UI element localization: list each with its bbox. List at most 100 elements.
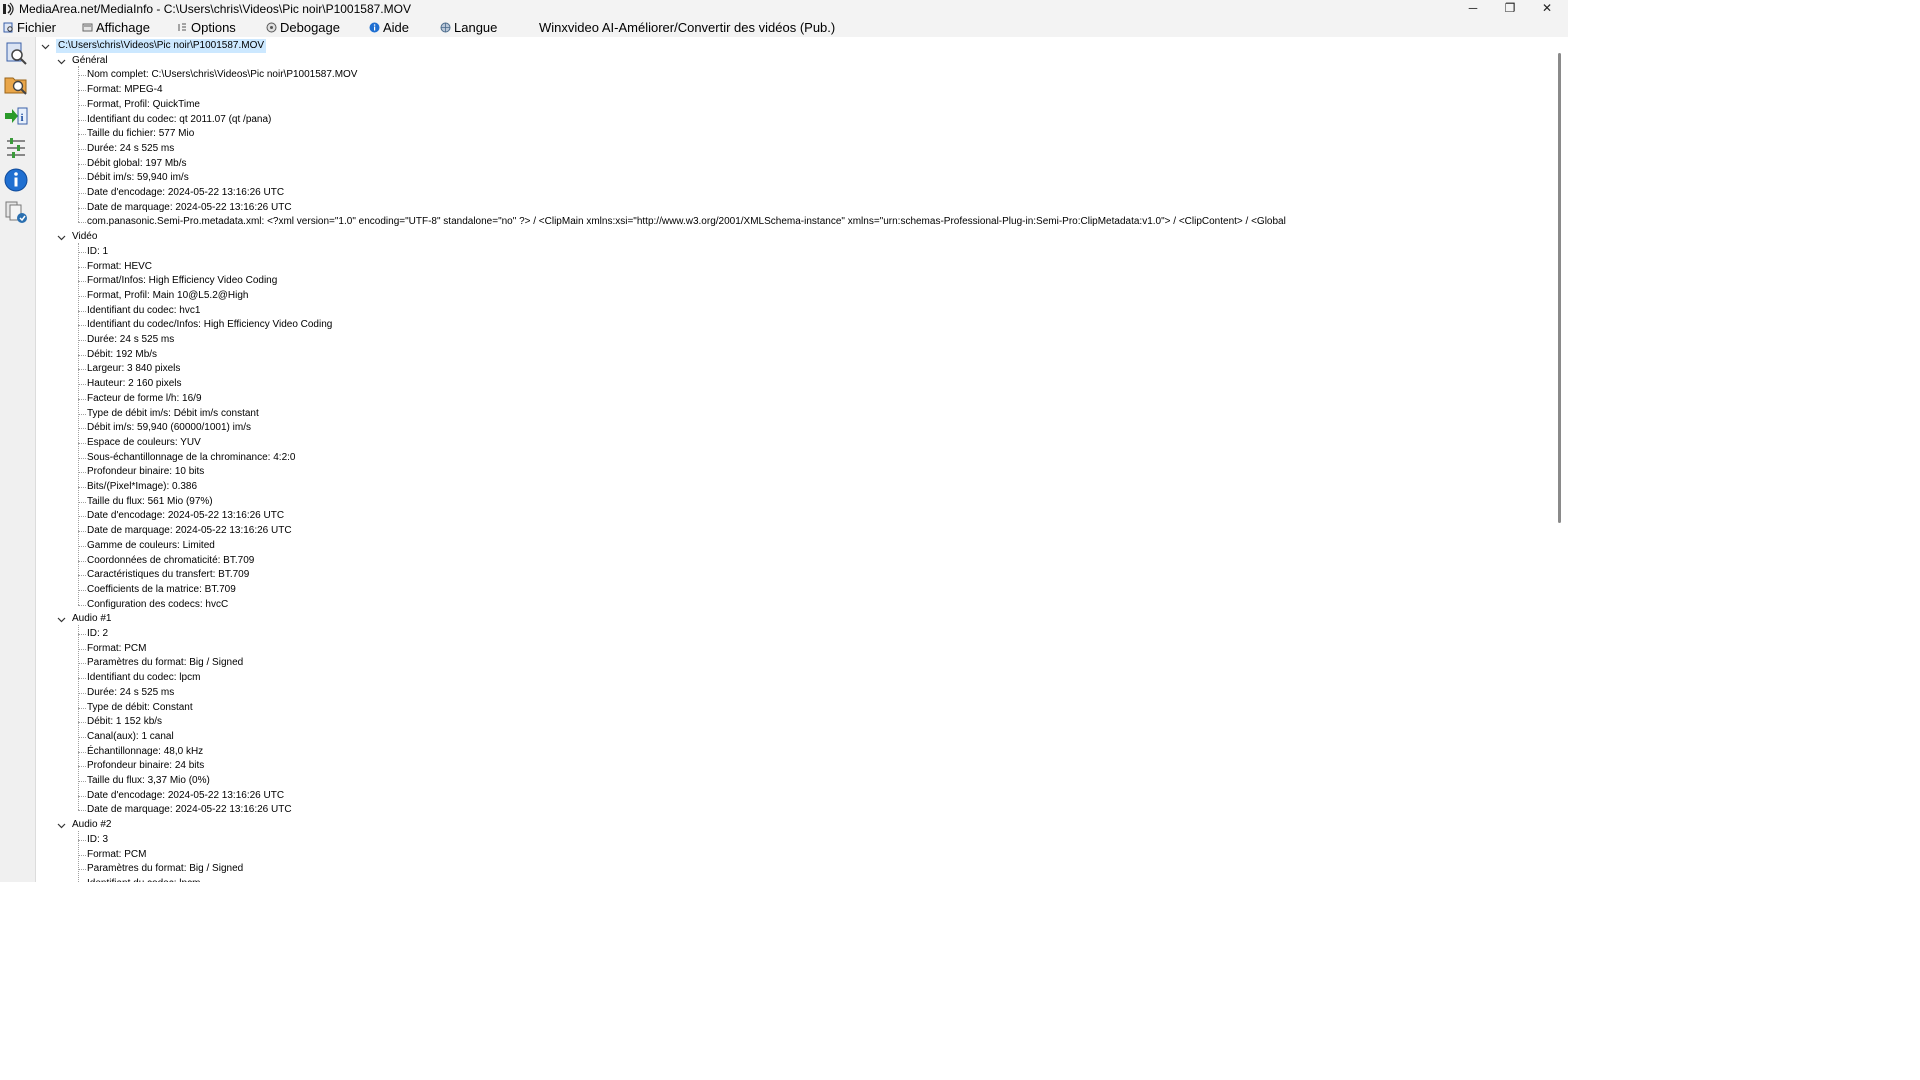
- tree-connector: [78, 663, 86, 665]
- preferences-icon[interactable]: [3, 135, 29, 161]
- tree-connector: [78, 428, 86, 430]
- tree-item[interactable]: com.panasonic.Semi-Pro.metadata.xml: <?x…: [87, 215, 1286, 229]
- tree-item[interactable]: Date de marquage: 2024-05-22 13:16:26 UT…: [87, 524, 292, 538]
- tree-connector: [78, 781, 86, 782]
- close-button[interactable]: ✕: [1529, 0, 1565, 18]
- tree-item[interactable]: Débit: 192 Mb/s: [87, 348, 157, 362]
- tree-item[interactable]: Profondeur binaire: 24 bits: [87, 759, 204, 773]
- tree-item[interactable]: Débit im/s: 59,940 im/s: [87, 171, 189, 185]
- tree-item[interactable]: Date d'encodage: 2024-05-22 13:16:26 UTC: [87, 509, 284, 523]
- media-info-tree[interactable]: C:\Users\chris\Videos\Pic noir\P1001587.…: [36, 37, 1556, 882]
- tree-item[interactable]: ID: 1: [87, 245, 108, 259]
- tree-section-toggle[interactable]: [57, 821, 66, 830]
- menu-bar: Fichier Affichage Options Debogage Aide …: [0, 18, 1568, 37]
- tree-item[interactable]: Durée: 24 s 525 ms: [87, 142, 174, 156]
- tree-item[interactable]: Date de marquage: 2024-05-22 13:16:26 UT…: [87, 803, 292, 817]
- tree-item[interactable]: Format, Profil: QuickTime: [87, 98, 200, 112]
- tree-item[interactable]: Type de débit im/s: Débit im/s constant: [87, 407, 259, 421]
- tree-item[interactable]: Facteur de forme l/h: 16/9: [87, 392, 202, 406]
- open-folder-icon[interactable]: [3, 71, 29, 97]
- tree-connector: [78, 634, 86, 635]
- scrollbar-thumb[interactable]: [1558, 53, 1561, 523]
- menu-fichier-label: Fichier: [17, 20, 57, 35]
- tree-guide-line: [78, 66, 79, 223]
- tree-item[interactable]: Durée: 24 s 525 ms: [87, 686, 174, 700]
- tree-connector: [78, 678, 86, 680]
- tree-item[interactable]: Coordonnées de chromaticité: BT.709: [87, 554, 254, 568]
- menu-affichage[interactable]: Affichage: [82, 20, 150, 35]
- restore-button[interactable]: ❐: [1492, 0, 1528, 18]
- tree-connector: [78, 545, 86, 547]
- tree-item[interactable]: Largeur: 3 840 pixels: [87, 362, 180, 376]
- left-toolbar: i: [0, 37, 36, 882]
- menu-debogage[interactable]: Debogage: [266, 20, 340, 35]
- tree-connector: [78, 869, 86, 871]
- tree-section-toggle[interactable]: [57, 57, 66, 66]
- tree-item[interactable]: Identifiant du codec/Infos: High Efficie…: [87, 318, 332, 332]
- tree-item[interactable]: Débit global: 197 Mb/s: [87, 157, 187, 171]
- tree-connector: [78, 163, 86, 165]
- tree-connector: [78, 707, 86, 709]
- menu-fichier[interactable]: Fichier: [3, 20, 56, 35]
- tree-item[interactable]: Espace de couleurs: YUV: [87, 436, 201, 450]
- tree-item[interactable]: Gamme de couleurs: Limited: [87, 539, 215, 553]
- tree-item[interactable]: Format/Infos: High Efficiency Video Codi…: [87, 274, 277, 288]
- file-icon: [3, 22, 13, 33]
- tree-item[interactable]: Durée: 24 s 525 ms: [87, 333, 174, 347]
- tree-item[interactable]: Date de marquage: 2024-05-22 13:16:26 UT…: [87, 201, 292, 215]
- tree-root-file[interactable]: C:\Users\chris\Videos\Pic noir\P1001587.…: [56, 39, 267, 53]
- tree-item[interactable]: Configuration des codecs: hvcC: [87, 598, 228, 612]
- tree-section-title[interactable]: Vidéo: [72, 230, 97, 244]
- menu-options[interactable]: Options: [177, 20, 236, 35]
- tree-item[interactable]: Format: PCM: [87, 848, 146, 862]
- tree-item[interactable]: Échantillonnage: 48,0 kHz: [87, 745, 203, 759]
- tree-item[interactable]: Identifiant du codec: lpcm: [87, 877, 200, 882]
- tree-item[interactable]: Identifiant du codec: qt 2011.07 (qt /pa…: [87, 113, 271, 127]
- menu-winxvideo-ad[interactable]: Winxvideo AI-Améliorer/Convertir des vid…: [539, 20, 835, 35]
- tree-item[interactable]: Débit: 1 152 kb/s: [87, 715, 162, 729]
- tree-item[interactable]: ID: 3: [87, 833, 108, 847]
- tree-item[interactable]: Taille du fichier: 577 Mio: [87, 127, 194, 141]
- tree-item[interactable]: Date d'encodage: 2024-05-22 13:16:26 UTC: [87, 789, 284, 803]
- tree-item[interactable]: Caractéristiques du transfert: BT.709: [87, 568, 249, 582]
- knowledge-base-icon[interactable]: [3, 199, 29, 225]
- tree-root-toggle[interactable]: [41, 42, 50, 51]
- tree-connector: [78, 692, 86, 694]
- tree-item[interactable]: Hauteur: 2 160 pixels: [87, 377, 182, 391]
- tree-item[interactable]: Sous-échantillonnage de la chrominance: …: [87, 451, 295, 465]
- open-file-icon[interactable]: [3, 40, 29, 66]
- tree-item[interactable]: Taille du flux: 3,37 Mio (0%): [87, 774, 210, 788]
- tree-item[interactable]: Nom complet: C:\Users\chris\Videos\Pic n…: [87, 68, 357, 82]
- menu-langue[interactable]: Langue: [440, 20, 497, 35]
- vertical-scrollbar[interactable]: [1556, 37, 1568, 882]
- minimize-button[interactable]: ─: [1455, 0, 1491, 18]
- tree-connector: [78, 134, 86, 136]
- menu-aide[interactable]: Aide: [369, 20, 409, 35]
- tree-item[interactable]: Format: PCM: [87, 642, 146, 656]
- tree-section-toggle[interactable]: [57, 233, 66, 242]
- tree-item[interactable]: Taille du flux: 561 Mio (97%): [87, 495, 213, 509]
- tree-connector: [78, 340, 86, 341]
- tree-item[interactable]: Bits/(Pixel*Image): 0.386: [87, 480, 197, 494]
- tree-item[interactable]: Paramètres du format: Big / Signed: [87, 656, 243, 670]
- tree-item[interactable]: Profondeur binaire: 10 bits: [87, 465, 204, 479]
- tree-item[interactable]: Identifiant du codec: hvc1: [87, 304, 200, 318]
- help-icon: [369, 22, 380, 33]
- tree-item[interactable]: Format: MPEG-4: [87, 83, 163, 97]
- tree-connector: [78, 325, 86, 327]
- tree-item[interactable]: ID: 2: [87, 627, 108, 641]
- tree-connector: [78, 251, 86, 253]
- tree-item[interactable]: Type de débit: Constant: [87, 701, 193, 715]
- tree-item[interactable]: Coefficients de la matrice: BT.709: [87, 583, 236, 597]
- tree-item[interactable]: Identifiant du codec: lpcm: [87, 671, 200, 685]
- tree-section-toggle[interactable]: [57, 615, 66, 624]
- export-icon[interactable]: i: [3, 103, 29, 129]
- about-icon[interactable]: [3, 167, 29, 193]
- tree-item[interactable]: Canal(aux): 1 canal: [87, 730, 174, 744]
- tree-item[interactable]: Format: HEVC: [87, 260, 152, 274]
- tree-item[interactable]: Paramètres du format: Big / Signed: [87, 862, 243, 876]
- tree-item[interactable]: Date d'encodage: 2024-05-22 13:16:26 UTC: [87, 186, 284, 200]
- tree-item[interactable]: Débit im/s: 59,940 (60000/1001) im/s: [87, 421, 251, 435]
- menu-winxvideo-ad-label: Winxvideo AI-Améliorer/Convertir des vid…: [539, 20, 836, 35]
- tree-item[interactable]: Format, Profil: Main 10@L5.2@High: [87, 289, 248, 303]
